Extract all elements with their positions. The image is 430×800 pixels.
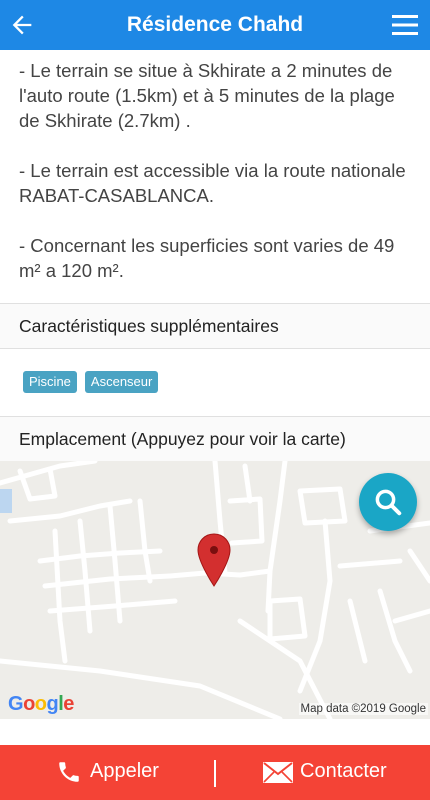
location-heading: Emplacement (Appuyez pour voir la carte) xyxy=(19,429,346,449)
app-bar: Résidence Chahd xyxy=(0,0,430,50)
contact-label: Contacter xyxy=(300,760,387,782)
description: - Le terrain se situe à Skhirate a 2 min… xyxy=(19,58,414,308)
features-header: Caractéristiques supplémentaires xyxy=(0,303,430,349)
page-title: Résidence Chahd xyxy=(126,13,304,36)
google-logo: Google xyxy=(8,693,74,715)
map-attribution: Map data ©2019 Google xyxy=(298,703,428,715)
map-pin xyxy=(197,533,231,587)
action-bar: Appeler Contacter xyxy=(0,745,430,800)
description-paragraph: - Le terrain se situe à Skhirate a 2 min… xyxy=(19,60,395,131)
description-paragraph: - Concernant les superficies sont varies… xyxy=(19,235,395,281)
features-heading: Caractéristiques supplémentaires xyxy=(19,316,279,336)
call-label: Appeler xyxy=(90,760,159,782)
tag-ascenseur: Ascenseur xyxy=(84,371,159,393)
tag-piscine: Piscine xyxy=(23,371,77,393)
hamburger-menu-icon[interactable] xyxy=(392,13,418,37)
description-paragraph: - Le terrain est accessible via la route… xyxy=(19,160,406,206)
location-header: Emplacement (Appuyez pour voir la carte) xyxy=(0,416,430,462)
action-divider xyxy=(214,760,216,787)
feature-tags: Piscine Ascenseur xyxy=(23,371,166,393)
map-search-button[interactable] xyxy=(359,473,417,531)
search-icon xyxy=(375,489,402,516)
envelope-icon xyxy=(263,762,293,783)
phone-icon xyxy=(59,762,79,782)
